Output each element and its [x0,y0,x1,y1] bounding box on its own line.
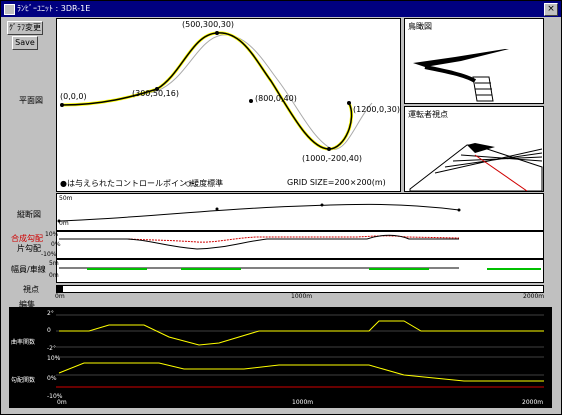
axis-mid: 1000m [292,399,314,406]
axis-mid: 1000m [291,293,313,300]
plan-view[interactable]: (0,0,0) (500,300,30) (300,50,16) (800,0,… [56,18,401,192]
axis-end: 2000m [522,399,544,406]
control-point[interactable] [60,103,64,107]
curvature-label: 曲率関数 [11,339,36,346]
point-label: (1000,-200,40) [302,154,363,163]
superelevation-label: 片勾配 [17,244,41,253]
plan-view-label: 平面図 [19,96,43,105]
point-label: (500,300,30) [182,20,235,29]
tick-label: -10% [41,251,57,258]
control-point[interactable] [347,101,351,105]
viewpoint-slider[interactable] [56,285,544,293]
profile-canvas [57,203,461,223]
profile-label: 縦断図 [17,210,41,219]
control-point-legend: ●は与えられたコントロールポイント [60,179,195,188]
tick-label: 5m [49,260,59,267]
tick-label: 2° [47,310,54,317]
grid-size-label: GRID SIZE=200×200(m) [287,178,386,187]
app-icon [4,4,15,15]
window-title: ﾗﾝﾋﾞｰﾕﾆｯﾄ : 3DR-1E [17,4,91,13]
control-point[interactable] [249,99,253,103]
bird-view[interactable]: 鳥瞰図 [404,18,544,104]
point-label: (800,0,40) [255,94,297,103]
edit-canvas [56,314,544,388]
edit-panel: 曲率関数 2° 0 -2° 勾配関数 10% 0% -10% 0m 1000m … [9,307,552,408]
tick-label: 0m [49,272,59,279]
tick-label: 10% [47,355,61,362]
save-button[interactable]: Save [12,36,38,50]
grade-panel[interactable]: 10% 0% -10% [41,231,544,259]
app-window: ﾗﾝﾋﾞｰﾕﾆｯﾄ : 3DR-1E × ｸﾞﾗﾌ変更 Save 平面図 (0,… [0,0,562,415]
width-canvas [59,267,541,270]
axis-start: 0m [55,293,65,300]
title-bar: ﾗﾝﾋﾞｰﾕﾆｯﾄ : 3DR-1E × [1,1,561,17]
driver-view[interactable]: 運転者視点 [404,106,544,192]
width-lanes-label: 幅員/車線 [11,265,46,274]
control-point[interactable] [327,147,331,151]
profile-panel[interactable]: 50m 0m [56,193,544,231]
viewpoint-thumb[interactable] [57,286,63,292]
tick-label: 0m [59,220,69,227]
axis-end: 2000m [523,293,545,300]
close-button[interactable]: × [544,3,558,16]
gradient-label: 勾配関数 [11,377,36,384]
curve-legend: ◇緩度標準 [185,179,224,188]
tick-label: 10% [45,231,59,238]
tick-label: 0% [47,375,57,382]
control-point[interactable] [215,31,219,35]
graph-change-button[interactable]: ｸﾞﾗﾌ変更 [7,21,43,35]
axis-start: 0m [57,399,67,406]
plan-view-canvas [60,31,373,151]
point-label: (1200,0,30) [353,105,400,114]
point-label: (300,50,16) [132,89,179,98]
tick-label: -2° [47,345,56,352]
tick-label: 0% [51,241,61,248]
tick-label: 50m [59,195,73,202]
point-label: (0,0,0) [60,92,87,101]
grade-canvas [59,234,460,250]
viewpoint-label: 視点 [23,285,39,294]
tick-label: 0 [47,327,51,334]
bird-view-label: 鳥瞰図 [408,22,432,31]
driver-view-label: 運転者視点 [408,110,448,119]
width-panel[interactable]: 5m 0m [49,259,544,283]
